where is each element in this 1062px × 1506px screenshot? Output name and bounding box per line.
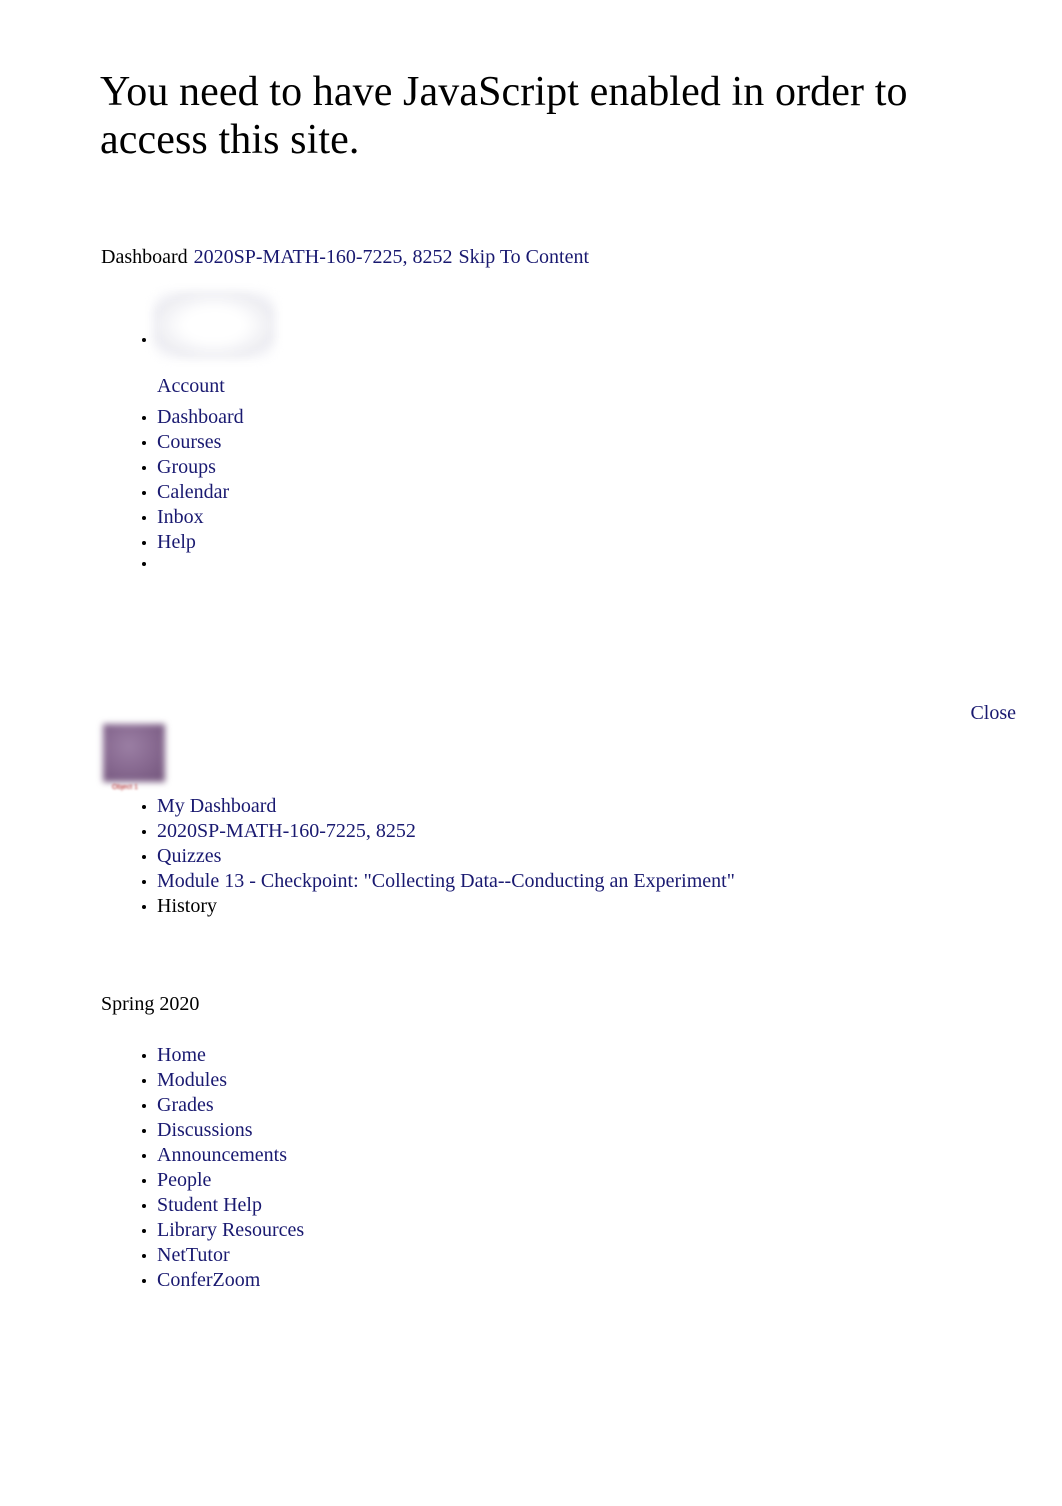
course-nav-item-nettutor[interactable]: NetTutor: [135, 1243, 304, 1268]
course-nav-link-announcements[interactable]: Announcements: [157, 1144, 287, 1166]
breadcrumb: Dashboard 2020SP-MATH-160-7225, 8252 Skip …: [101, 245, 589, 269]
course-nav-link-library-resources[interactable]: Library Resources: [157, 1219, 304, 1241]
global-nav-item-groups[interactable]: Groups: [135, 455, 244, 480]
course-nav-item-student-help[interactable]: Student Help: [135, 1193, 304, 1218]
context-nav-item-quizzes[interactable]: Quizzes: [135, 844, 735, 869]
course-nav-item-grades[interactable]: Grades: [135, 1093, 304, 1118]
skip-to-content-link[interactable]: Skip To Content: [459, 246, 589, 268]
course-nav-item-home[interactable]: Home: [135, 1043, 304, 1068]
context-nav-item-my-dashboard[interactable]: My Dashboard: [135, 794, 735, 819]
course-thumbnail-image: [103, 724, 165, 782]
course-nav-link-home[interactable]: Home: [157, 1044, 206, 1066]
course-nav-item-announcements[interactable]: Announcements: [135, 1143, 304, 1168]
course-thumbnail-alt-text: Object 1: [112, 784, 139, 791]
term-label: Spring 2020: [101, 993, 200, 1015]
global-nav-item-courses[interactable]: Courses: [135, 430, 244, 455]
global-nav-item-inbox[interactable]: Inbox: [135, 505, 244, 530]
course-nav-item-library-resources[interactable]: Library Resources: [135, 1218, 304, 1243]
course-nav-link-student-help[interactable]: Student Help: [157, 1194, 262, 1216]
course-thumbnail-wrapper: Object 1: [100, 722, 168, 794]
context-nav-link-my-dashboard[interactable]: My Dashboard: [157, 795, 276, 817]
context-nav-label-history: History: [157, 895, 217, 917]
global-nav-item-empty[interactable]: [135, 551, 157, 576]
course-nav-link-conferzoom[interactable]: ConferZoom: [157, 1269, 260, 1291]
course-nav-link-people[interactable]: People: [157, 1169, 211, 1191]
context-nav-link-quizzes[interactable]: Quizzes: [157, 845, 221, 867]
context-nav-item-module-checkpoint[interactable]: Module 13 - Checkpoint: "Collecting Data…: [135, 869, 735, 894]
course-nav-link-grades[interactable]: Grades: [157, 1094, 214, 1116]
close-tray-button[interactable]: Close: [970, 701, 1016, 725]
context-nav-link-course[interactable]: 2020SP-MATH-160-7225, 8252: [157, 820, 416, 842]
page-root: You need to have JavaScript enabled in o…: [0, 0, 1062, 1506]
global-nav-item-dashboard[interactable]: Dashboard: [135, 405, 244, 430]
context-nav-link-module-checkpoint[interactable]: Module 13 - Checkpoint: "Collecting Data…: [157, 870, 735, 892]
breadcrumb-dashboard-label: Dashboard: [101, 246, 188, 268]
course-nav-link-discussions[interactable]: Discussions: [157, 1119, 253, 1141]
global-navigation-list: Account Dashboard Courses Groups Calenda…: [135, 291, 275, 555]
global-nav-link-inbox[interactable]: Inbox: [157, 506, 204, 528]
context-nav-item-history: History: [135, 894, 735, 919]
global-nav-link-calendar[interactable]: Calendar: [157, 481, 229, 503]
global-navigation-list-secondary: [135, 551, 157, 576]
course-nav-link-nettutor[interactable]: NetTutor: [157, 1244, 230, 1266]
global-nav-item-calendar[interactable]: Calendar: [135, 480, 244, 505]
global-nav-link-dashboard[interactable]: Dashboard: [157, 406, 244, 428]
global-nav-link-help[interactable]: Help: [157, 531, 196, 553]
global-nav-item-account[interactable]: Account: [135, 291, 275, 405]
course-nav-item-people[interactable]: People: [135, 1168, 304, 1193]
context-nav-item-course[interactable]: 2020SP-MATH-160-7225, 8252: [135, 819, 735, 844]
course-nav-item-modules[interactable]: Modules: [135, 1068, 304, 1093]
javascript-disabled-warning: You need to have JavaScript enabled in o…: [100, 69, 908, 163]
global-nav-link-account[interactable]: Account: [157, 327, 244, 399]
global-nav-link-courses[interactable]: Courses: [157, 431, 221, 453]
course-navigation-list: Home Modules Grades Discussions Announce…: [135, 1043, 304, 1293]
course-nav-item-conferzoom[interactable]: ConferZoom: [135, 1268, 304, 1293]
course-nav-link-modules[interactable]: Modules: [157, 1069, 227, 1091]
context-navigation-list: My Dashboard 2020SP-MATH-160-7225, 8252 …: [135, 794, 735, 919]
global-nav-link-groups[interactable]: Groups: [157, 456, 216, 478]
course-nav-item-discussions[interactable]: Discussions: [135, 1118, 304, 1143]
breadcrumb-course-link[interactable]: 2020SP-MATH-160-7225, 8252: [194, 246, 453, 268]
